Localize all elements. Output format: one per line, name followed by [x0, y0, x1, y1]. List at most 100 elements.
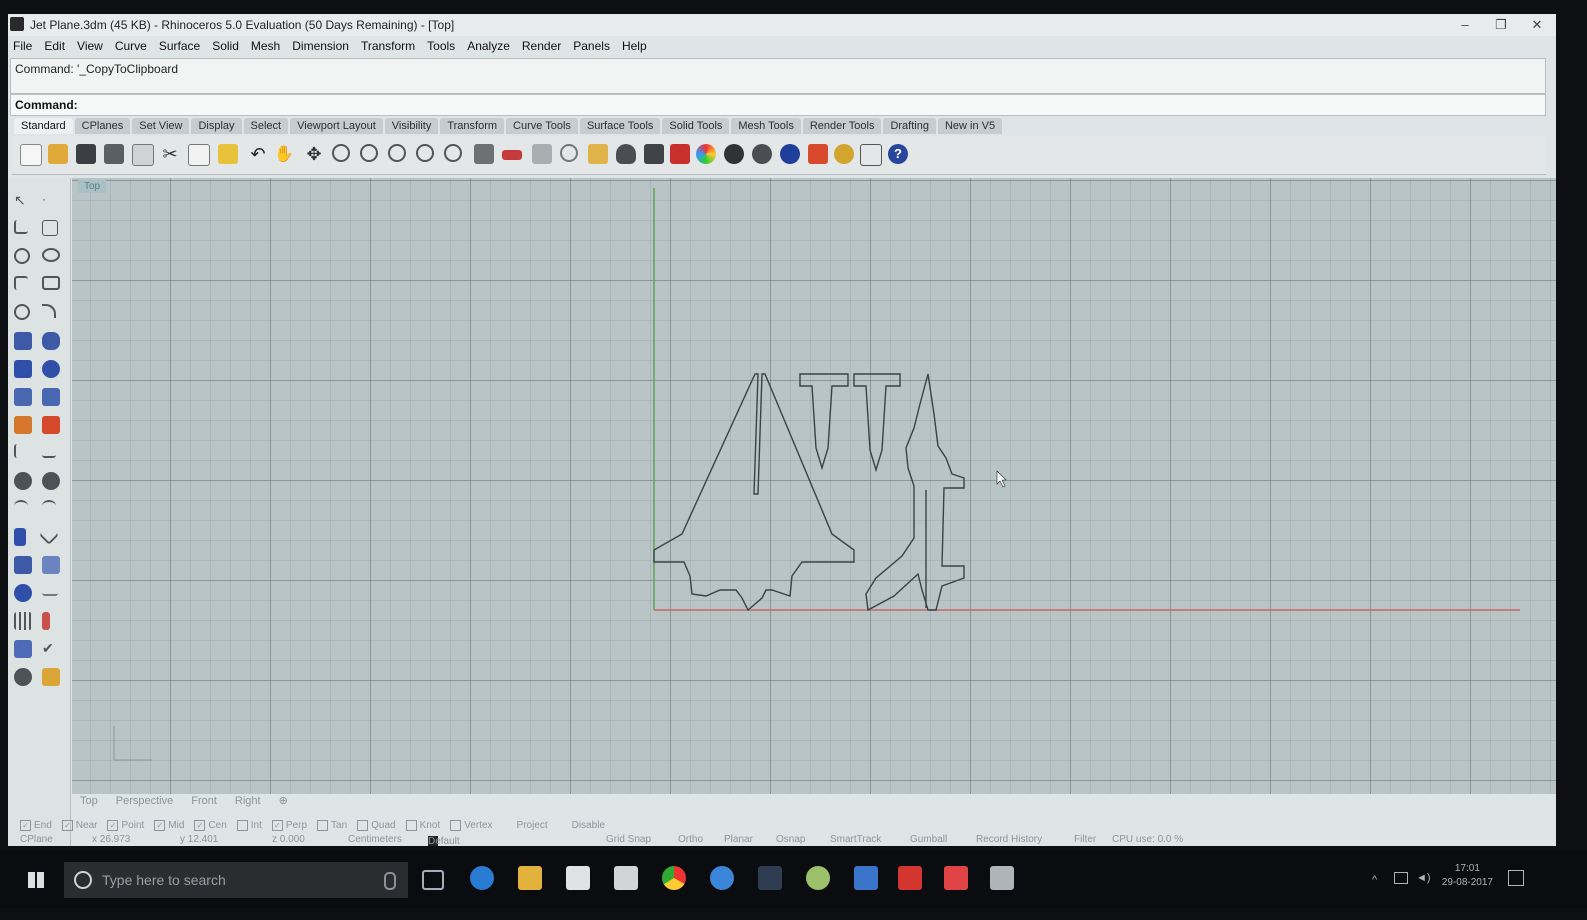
tab-render-tools[interactable]: Render Tools — [802, 118, 882, 134]
tab-select[interactable]: Select — [243, 118, 289, 134]
save-icon[interactable] — [76, 144, 96, 164]
osnap-checkbox[interactable]: ✓ — [107, 820, 119, 831]
menu-analyze[interactable]: Analyze — [462, 36, 517, 53]
point-icon[interactable]: · — [42, 192, 60, 210]
ellipse-icon[interactable] — [42, 248, 60, 262]
osnap-disable[interactable]: Disable — [572, 820, 605, 831]
fuselage-part-outline[interactable] — [865, 373, 965, 612]
surface-tools-icon[interactable] — [42, 332, 60, 350]
circle-icon[interactable] — [560, 144, 578, 162]
properties-icon[interactable] — [670, 144, 690, 164]
mail-icon[interactable] — [614, 866, 638, 890]
osnap-checkbox[interactable] — [317, 820, 329, 831]
rotate-view-icon[interactable]: ✥ — [304, 144, 324, 164]
scale-icon[interactable] — [39, 525, 59, 545]
analyze-icon[interactable] — [14, 584, 32, 602]
mirror-icon[interactable] — [42, 556, 60, 574]
dimension-icon[interactable] — [860, 144, 882, 166]
osnap-near[interactable]: ✓ Near — [61, 820, 97, 831]
curve-icon[interactable] — [42, 220, 58, 236]
app-icon-2[interactable] — [758, 866, 782, 890]
tab-mesh-tools[interactable]: Mesh Tools — [731, 118, 801, 134]
task-view-icon[interactable] — [422, 870, 444, 890]
menu-mesh[interactable]: Mesh — [246, 36, 287, 53]
tab-transform[interactable]: Transform — [440, 118, 505, 134]
menu-view[interactable]: View — [72, 36, 110, 53]
lock-icon[interactable] — [644, 144, 664, 164]
viewport-tab-top[interactable]: Top — [80, 795, 98, 807]
tail-part-left-outline[interactable] — [799, 373, 849, 471]
tab-new-in-v5[interactable]: New in V5 — [937, 118, 1003, 134]
close-button[interactable]: ✕ — [1526, 16, 1548, 34]
lights-tool-icon[interactable] — [42, 668, 60, 686]
car-icon[interactable] — [502, 150, 522, 160]
rendered-sphere-icon[interactable] — [752, 144, 772, 164]
minimize-button[interactable]: – — [1454, 16, 1476, 34]
undo-view-icon[interactable] — [444, 144, 462, 162]
dimension-tool-icon[interactable] — [42, 584, 58, 596]
viewport-tab-front[interactable]: Front — [191, 795, 217, 807]
block-icon[interactable] — [42, 612, 50, 630]
options-gear-icon[interactable] — [834, 144, 854, 164]
import-icon[interactable] — [132, 144, 154, 166]
open-folder-icon[interactable] — [48, 144, 68, 164]
select-arrow-icon[interactable]: ↖ — [14, 192, 32, 210]
check-icon[interactable]: ✔ — [42, 640, 60, 658]
chevron-up-icon[interactable]: ^ — [1372, 874, 1377, 886]
tab-curve-tools[interactable]: Curve Tools — [506, 118, 578, 134]
osnap-cen[interactable]: ✓ Cen — [194, 820, 227, 831]
box-solid-icon[interactable] — [14, 360, 32, 378]
shaded-sphere-icon[interactable] — [724, 144, 744, 164]
tab-surface-tools[interactable]: Surface Tools — [579, 118, 661, 134]
restore-button[interactable]: ❐ — [1490, 16, 1512, 34]
tail-part-right-outline[interactable] — [853, 373, 901, 473]
menu-panels[interactable]: Panels — [568, 36, 617, 53]
osnap-point[interactable]: ✓ Point — [107, 820, 144, 831]
store-icon[interactable] — [566, 866, 590, 890]
mesh-icon[interactable] — [42, 388, 60, 406]
app-icon-4[interactable] — [854, 866, 878, 890]
osnap-mid[interactable]: ✓ Mid — [154, 820, 184, 831]
osnap-checkbox[interactable]: ✓ — [20, 820, 31, 831]
command-line[interactable]: Command: — [10, 94, 1546, 116]
menu-surface[interactable]: Surface — [154, 36, 207, 53]
taskbar-clock[interactable]: 17:01 29-08-2017 — [1442, 862, 1493, 890]
menu-solid[interactable]: Solid — [207, 36, 246, 53]
status-ortho[interactable]: Ortho — [678, 834, 703, 845]
notifications-icon[interactable] — [1508, 870, 1524, 886]
light-bulb-icon[interactable] — [616, 144, 636, 164]
lights-icon[interactable] — [808, 144, 828, 164]
osnap-knot[interactable]: Knot — [405, 820, 440, 831]
edge-browser-icon[interactable] — [470, 866, 494, 890]
tab-visibility[interactable]: Visibility — [384, 118, 439, 134]
rhino-taskbar-icon[interactable] — [990, 866, 1014, 890]
taskbar-search-box[interactable]: Type here to search — [64, 862, 408, 898]
osnap-checkbox[interactable] — [450, 820, 462, 831]
four-viewports-icon[interactable] — [474, 144, 494, 164]
tab-drafting[interactable]: Drafting — [883, 118, 936, 134]
volume-icon[interactable]: ◄) — [1416, 872, 1431, 884]
tab-display[interactable]: Display — [191, 118, 242, 134]
zoom-icon[interactable] — [332, 144, 350, 162]
osnap-checkbox[interactable] — [236, 820, 248, 831]
status-grid-snap[interactable]: Grid Snap — [606, 834, 651, 845]
app-icon-1[interactable] — [710, 866, 734, 890]
menu-render[interactable]: Render — [517, 36, 568, 53]
osnap-checkbox[interactable]: ✓ — [194, 820, 206, 831]
status-planar[interactable]: Planar — [724, 834, 753, 845]
rotate-icon[interactable] — [42, 500, 56, 512]
zoom-selected-icon[interactable] — [416, 144, 434, 162]
layer-icon[interactable] — [14, 640, 32, 658]
arc-icon[interactable] — [14, 304, 30, 320]
wing-part-outline[interactable] — [653, 373, 855, 612]
render-icon[interactable] — [14, 416, 32, 434]
array-icon[interactable] — [14, 556, 32, 574]
print-icon[interactable] — [104, 144, 124, 164]
status-record-history[interactable]: Record History — [976, 834, 1042, 845]
osnap-project[interactable]: Project — [517, 820, 548, 831]
osnap-checkbox[interactable]: ✓ — [154, 820, 166, 831]
tab-solid-tools[interactable]: Solid Tools — [662, 118, 730, 134]
microphone-icon[interactable] — [384, 872, 396, 890]
viewport-tab-perspective[interactable]: Perspective — [116, 795, 173, 807]
osnap-perp[interactable]: ✓ Perp — [271, 820, 307, 831]
